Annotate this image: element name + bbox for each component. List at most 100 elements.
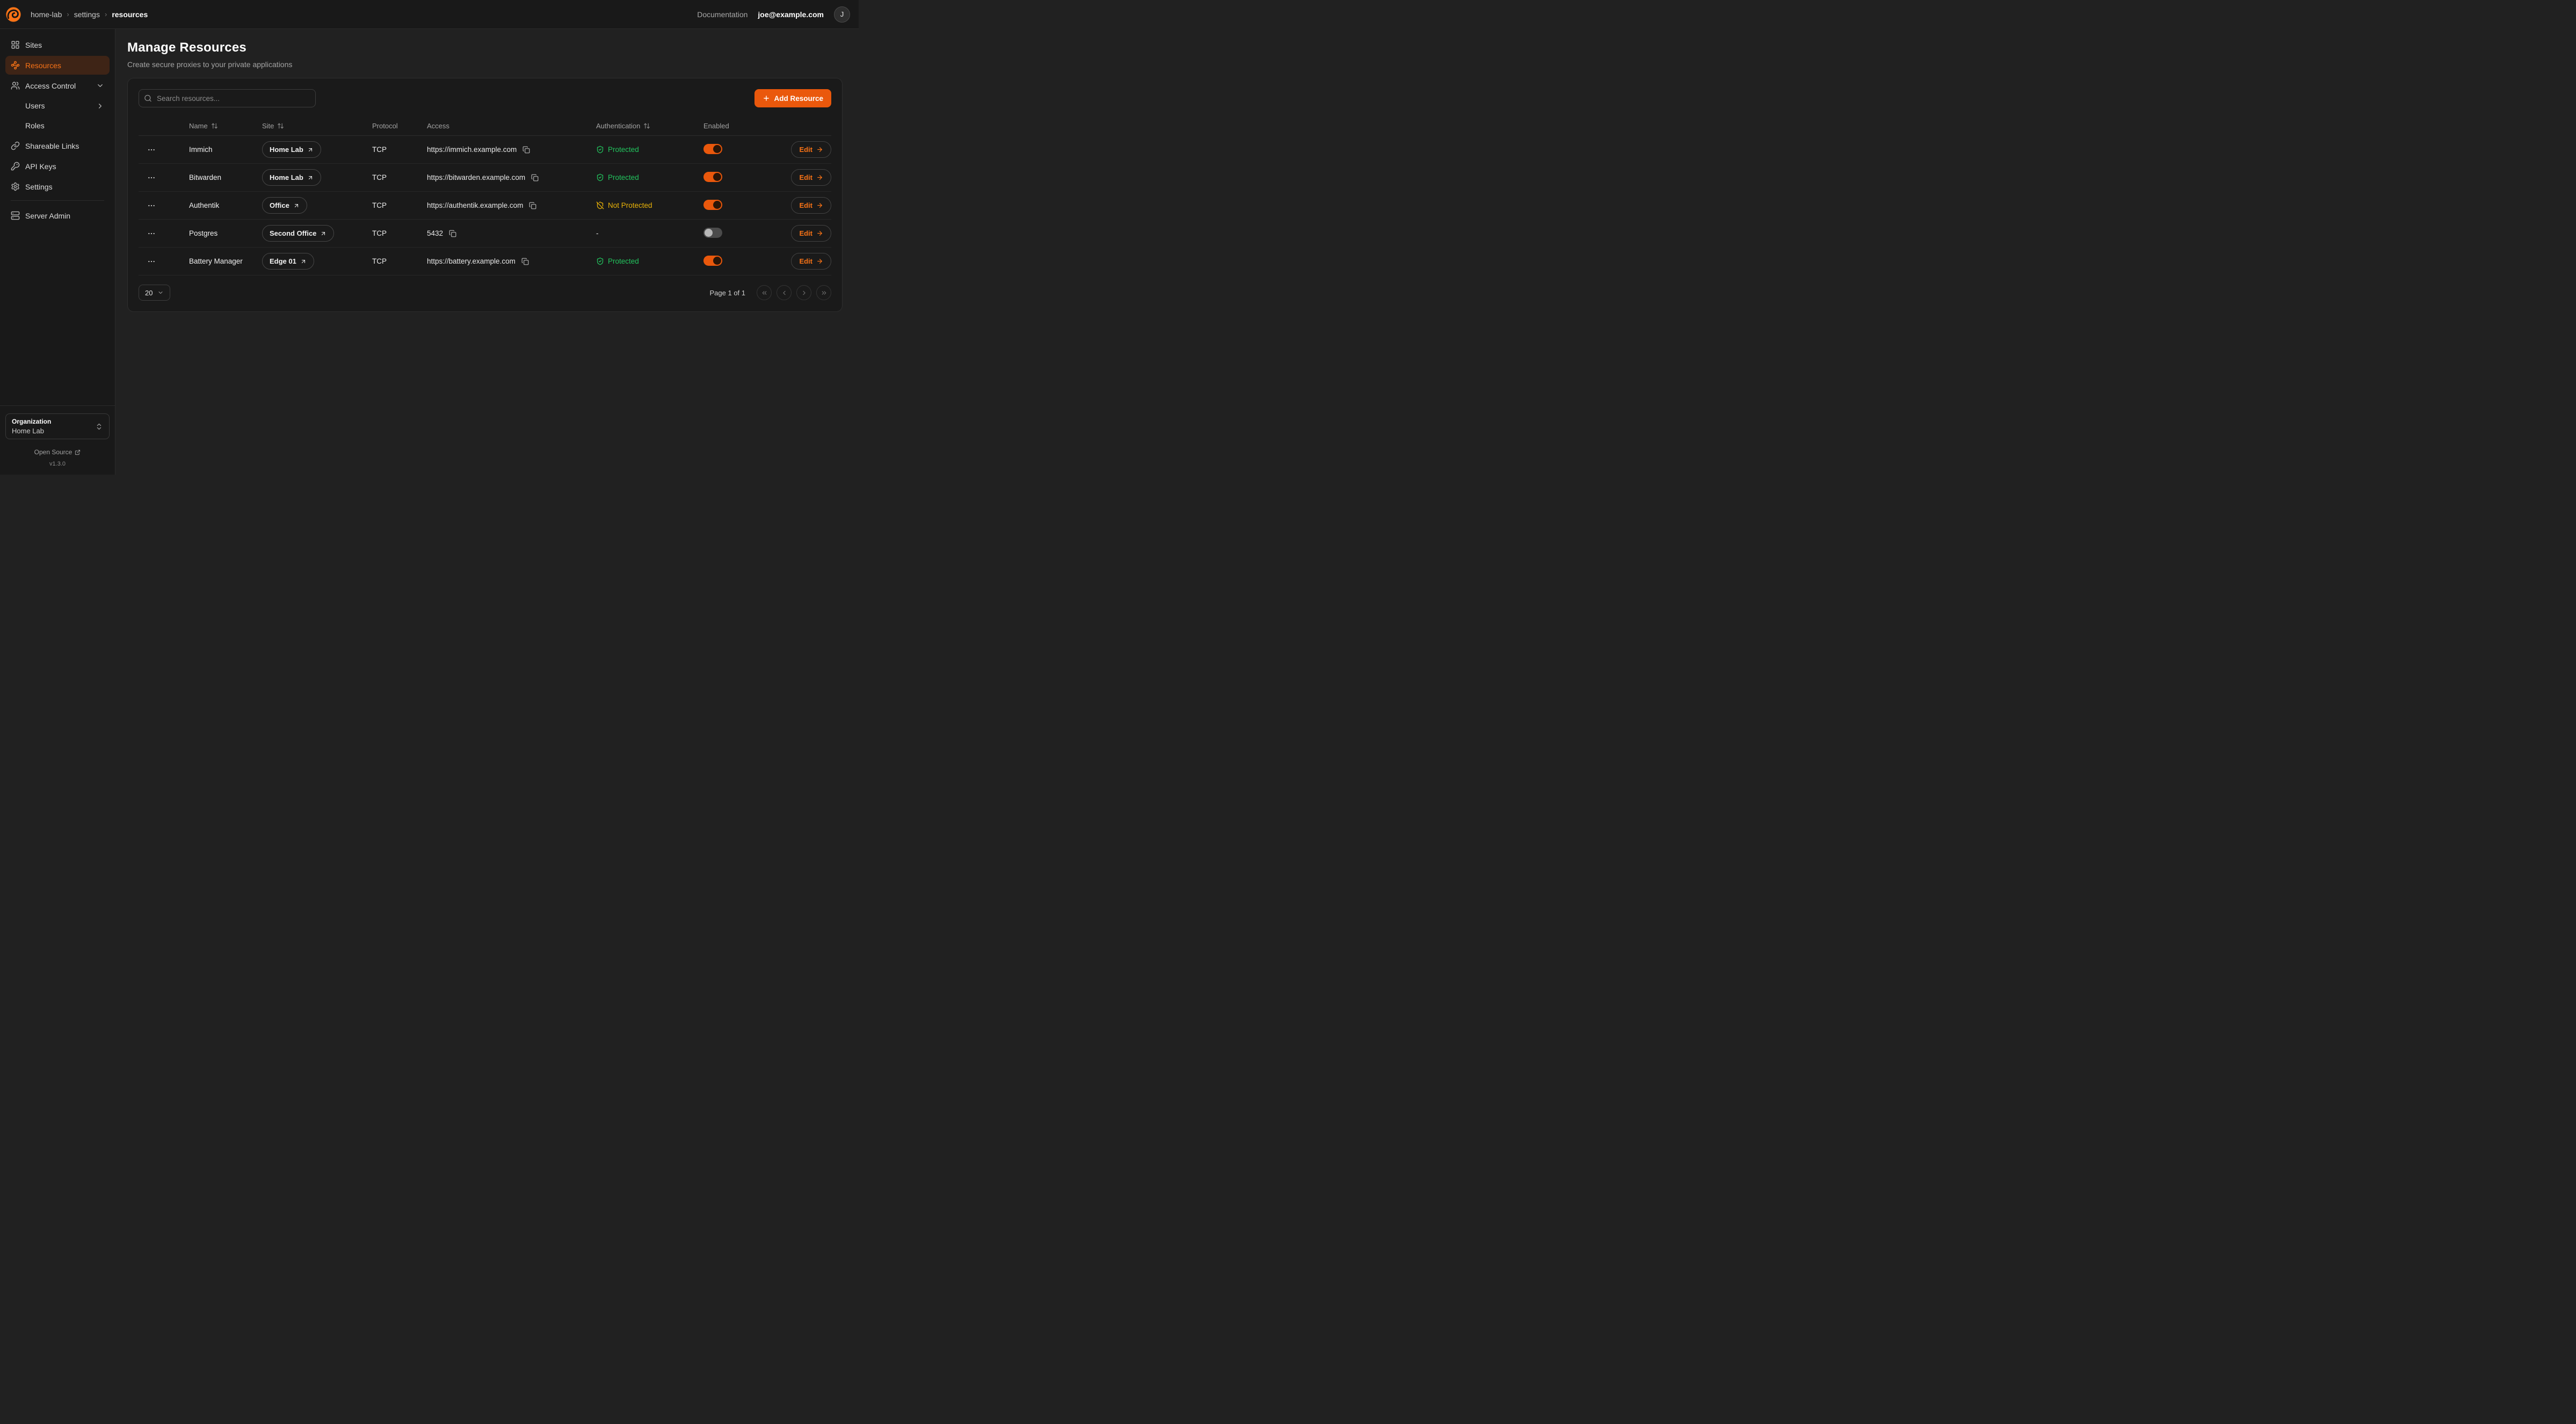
auth-status-label: - — [596, 229, 599, 237]
sidebar-item-roles[interactable]: Roles — [5, 117, 110, 135]
edit-button[interactable]: Edit — [791, 225, 831, 242]
app-logo[interactable] — [4, 5, 23, 24]
auth-status: Protected — [596, 257, 703, 265]
card-toolbar: Add Resource — [139, 89, 831, 107]
row-menu-button[interactable] — [145, 227, 159, 240]
edit-button[interactable]: Edit — [791, 197, 831, 214]
copy-icon — [521, 258, 529, 265]
add-resource-button[interactable]: Add Resource — [754, 89, 831, 107]
external-link-icon — [293, 202, 300, 209]
table-header-row: Name Site Protocol Access Authentication… — [139, 117, 831, 136]
site-name: Home Lab — [270, 173, 303, 181]
search-input[interactable] — [139, 89, 316, 107]
organization-selector[interactable]: Organization Home Lab — [5, 413, 110, 439]
column-header-label: Enabled — [703, 122, 729, 130]
sort-icon — [211, 122, 218, 129]
row-menu-button[interactable] — [145, 255, 159, 268]
column-header-authentication[interactable]: Authentication — [596, 122, 703, 130]
site-name: Home Lab — [270, 146, 303, 154]
documentation-link[interactable]: Documentation — [697, 10, 748, 19]
row-menu-button[interactable] — [145, 143, 159, 156]
sidebar-item-users[interactable]: Users — [5, 97, 110, 115]
enabled-toggle[interactable] — [703, 200, 722, 210]
enabled-toggle[interactable] — [703, 256, 722, 266]
external-link-icon — [300, 258, 307, 265]
ellipsis-icon — [147, 229, 156, 238]
last-page-button[interactable] — [816, 285, 831, 300]
gear-icon — [11, 182, 20, 191]
sidebar-item-settings[interactable]: Settings — [5, 177, 110, 196]
organization-label: Organization — [12, 418, 51, 425]
breadcrumb-item[interactable]: settings — [74, 10, 100, 19]
avatar[interactable]: J — [834, 6, 850, 23]
enabled-toggle[interactable] — [703, 144, 722, 154]
copy-button[interactable] — [448, 229, 458, 238]
version-label: v1.3.0 — [5, 461, 110, 467]
row-menu-button[interactable] — [145, 171, 159, 184]
sidebar-item-shareable-links[interactable]: Shareable Links — [5, 136, 110, 155]
chevron-right-icon — [96, 102, 104, 110]
chevron-down-icon — [96, 82, 104, 90]
column-header-site[interactable]: Site — [262, 122, 372, 130]
row-menu-button[interactable] — [145, 199, 159, 212]
edit-label: Edit — [799, 229, 812, 237]
chevron-left-icon — [781, 289, 788, 296]
edit-label: Edit — [799, 146, 812, 154]
edit-label: Edit — [799, 201, 812, 209]
ellipsis-icon — [147, 146, 156, 154]
site-link-button[interactable]: Home Lab — [262, 169, 321, 186]
sidebar-item-access-control[interactable]: Access Control — [5, 76, 110, 95]
auth-status: Protected — [596, 173, 703, 181]
page-subtitle: Create secure proxies to your private ap… — [127, 60, 843, 69]
site-name: Second Office — [270, 229, 316, 237]
table-row: Immich Home Lab TCP https://immich.examp… — [139, 136, 831, 164]
copy-button[interactable] — [521, 145, 531, 155]
edit-button[interactable]: Edit — [791, 253, 831, 270]
resource-name: Immich — [189, 146, 262, 154]
site-link-button[interactable]: Office — [262, 197, 307, 214]
breadcrumb-item[interactable]: home-lab — [31, 10, 62, 19]
first-page-button[interactable] — [757, 285, 772, 300]
auth-status-label: Protected — [608, 173, 639, 181]
enabled-toggle[interactable] — [703, 172, 722, 182]
resource-name: Authentik — [189, 201, 262, 209]
copy-button[interactable] — [528, 201, 538, 210]
sidebar-item-label: Sites — [25, 41, 42, 49]
edit-button[interactable]: Edit — [791, 141, 831, 158]
copy-icon — [449, 230, 456, 237]
copy-button[interactable] — [530, 173, 540, 183]
access-value: https://authentik.example.com — [427, 201, 523, 209]
grid-icon — [11, 40, 20, 49]
access-value: https://battery.example.com — [427, 257, 516, 265]
shield-check-icon — [596, 173, 604, 181]
site-link-button[interactable]: Edge 01 — [262, 253, 314, 270]
sidebar-item-label: Resources — [25, 61, 61, 70]
next-page-button[interactable] — [796, 285, 811, 300]
protocol-value: TCP — [372, 173, 427, 181]
copy-icon — [531, 174, 539, 181]
prev-page-button[interactable] — [777, 285, 792, 300]
site-link-button[interactable]: Second Office — [262, 225, 334, 242]
pagination-bar: 20 Page 1 of 1 — [139, 285, 831, 301]
sidebar-item-sites[interactable]: Sites — [5, 35, 110, 54]
column-header-name[interactable]: Name — [189, 122, 262, 130]
sidebar-item-resources[interactable]: Resources — [5, 56, 110, 75]
sidebar-item-api-keys[interactable]: API Keys — [5, 157, 110, 176]
arrow-right-icon — [816, 174, 823, 181]
arrow-right-icon — [816, 230, 823, 237]
page-size-select[interactable]: 20 — [139, 285, 170, 301]
external-link-icon — [307, 147, 314, 153]
site-name: Edge 01 — [270, 257, 296, 265]
chevrons-right-icon — [821, 289, 828, 296]
auth-status-label: Protected — [608, 146, 639, 154]
edit-button[interactable]: Edit — [791, 169, 831, 186]
organization-value: Home Lab — [12, 427, 51, 435]
open-source-link[interactable]: Open Source — [5, 448, 110, 456]
site-link-button[interactable]: Home Lab — [262, 141, 321, 158]
table-row: Authentik Office TCP https://authentik.e… — [139, 192, 831, 220]
users-icon — [11, 81, 20, 90]
copy-button[interactable] — [520, 257, 530, 266]
enabled-toggle[interactable] — [703, 228, 722, 238]
sidebar-item-server-admin[interactable]: Server Admin — [5, 206, 110, 225]
table-row: Postgres Second Office TCP 5432 - Edit — [139, 220, 831, 248]
